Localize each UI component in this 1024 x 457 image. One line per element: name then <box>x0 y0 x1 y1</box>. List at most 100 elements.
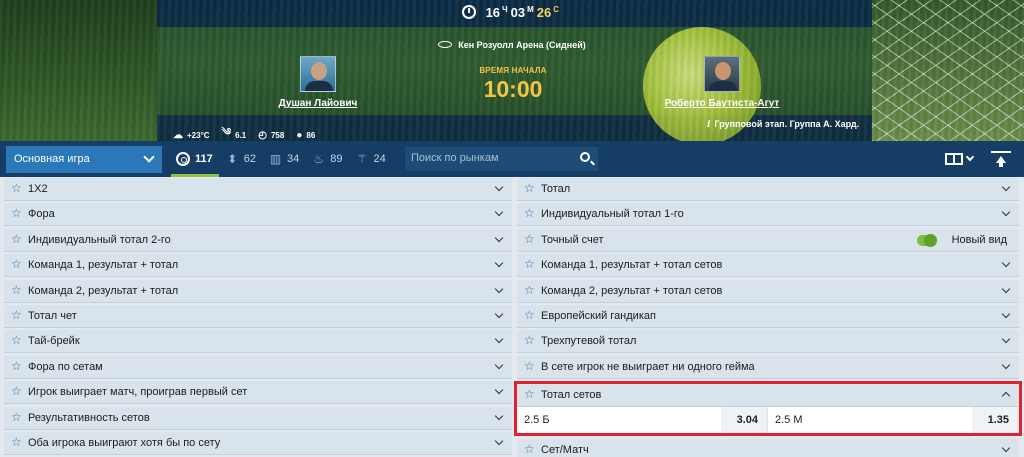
chevron-down-icon[interactable] <box>1001 360 1011 369</box>
market-row[interactable]: ☆ Индивидуальный тотал 2-го <box>4 228 512 252</box>
market-row[interactable]: ☆ Результативность сетов <box>4 406 512 430</box>
game-type-dropdown[interactable]: Основная игра <box>6 146 162 173</box>
star-icon[interactable]: ☆ <box>11 435 22 449</box>
star-icon[interactable]: ☆ <box>524 308 535 322</box>
market-row[interactable]: ☆ Команда 1, результат + тотал сетов <box>517 254 1019 278</box>
star-icon[interactable]: ☆ <box>11 359 22 373</box>
star-icon[interactable]: ☆ <box>524 232 535 246</box>
timer-minutes: 03 <box>510 5 526 20</box>
chevron-down-icon[interactable] <box>494 436 504 446</box>
filter-updown-markets[interactable]: ⬍ 62 <box>226 152 256 166</box>
chevron-down-icon[interactable] <box>1001 335 1011 344</box>
search-icon[interactable] <box>580 152 590 162</box>
filter-all-markets[interactable]: o117 <box>176 152 213 166</box>
chevron-down-icon[interactable] <box>494 385 504 395</box>
market-row[interactable]: ☆ Фора <box>4 203 512 227</box>
fire-icon: ♨ <box>313 152 325 166</box>
layout-chevron-down-icon[interactable] <box>965 152 975 162</box>
cloud-icon: ☁ <box>173 129 183 141</box>
chevron-down-icon[interactable] <box>494 411 504 420</box>
chevron-down-icon[interactable] <box>494 360 504 369</box>
wand-icon: ⚚ <box>356 152 368 166</box>
target-icon: o <box>176 152 190 166</box>
market-row[interactable]: ☆ Трехпутевой тотал <box>517 330 1019 354</box>
star-icon[interactable]: ☆ <box>524 257 535 271</box>
updown-icon: ⬍ <box>227 152 238 166</box>
market-row[interactable]: ☆ Тотал чет <box>4 304 512 328</box>
star-icon[interactable]: ☆ <box>11 283 22 297</box>
market-row[interactable]: ☆ В сете игрок не выиграет ни одного гейм… <box>517 355 1019 379</box>
market-row-expanded[interactable]: ☆ Тотал сетов <box>517 384 1019 408</box>
chevron-down-icon[interactable] <box>1001 258 1011 268</box>
chevron-down-icon[interactable] <box>494 258 504 268</box>
chevron-down-icon[interactable] <box>494 335 504 344</box>
market-filter-stats: o117 ⬍62 ▥34 ♨89 ⚚24 <box>176 152 399 166</box>
star-icon[interactable]: ☆ <box>11 181 22 195</box>
star-icon[interactable]: ☆ <box>11 257 22 271</box>
chevron-up-icon[interactable] <box>1001 391 1011 401</box>
market-row[interactable]: ☆ Игрок выиграет матч, проиграв первый се… <box>4 381 512 405</box>
market-row[interactable]: ☆ Команда 2, результат + тотал сетов <box>517 279 1019 303</box>
market-search-input[interactable]: Поиск по рынкам <box>405 147 598 171</box>
collapse-all-icon[interactable] <box>991 151 1011 167</box>
player-2[interactable]: Роберто Баутиста-Агут <box>652 56 792 109</box>
star-icon[interactable]: ☆ <box>524 283 535 297</box>
star-icon[interactable]: ☆ <box>11 333 22 347</box>
new-view-toggle[interactable] <box>917 233 937 247</box>
player-2-name[interactable]: Роберто Баутиста-Агут <box>652 98 792 109</box>
humidity-icon: ● <box>296 129 303 141</box>
market-row[interactable]: ☆ Сет/Матч <box>517 439 1019 457</box>
chevron-down-icon[interactable] <box>1001 208 1011 217</box>
markets-toolbar: Основная игра o117 ⬍62 ▥34 ♨89 ⚚24 Поиск… <box>0 141 1024 177</box>
star-icon[interactable]: ☆ <box>11 384 22 398</box>
filter-hot-markets[interactable]: ♨ 89 <box>312 152 342 166</box>
chevron-down-icon[interactable] <box>1001 284 1011 293</box>
market-row[interactable]: ☆ Команда 1, результат + тотал <box>4 254 512 278</box>
player-2-avatar <box>704 56 740 92</box>
odd-button-under[interactable]: 2.5 М 1.35 <box>768 407 1019 434</box>
star-icon[interactable]: ☆ <box>524 181 535 195</box>
star-icon[interactable]: ☆ <box>11 410 22 424</box>
chevron-down-icon[interactable] <box>494 233 504 243</box>
wind-icon: ༄ <box>221 127 232 138</box>
countdown-timer: 16 Ч 03 М 26 С <box>0 5 1024 20</box>
new-view-label: Новый вид <box>951 233 1007 246</box>
match-header: 16 Ч 03 М 26 С Кен Розуолл Арена (Сидней) Душ… <box>0 0 1024 141</box>
star-icon[interactable]: ☆ <box>11 308 22 322</box>
star-icon[interactable]: ☆ <box>524 387 535 401</box>
star-icon[interactable]: ☆ <box>11 232 22 246</box>
market-row[interactable]: ☆ Индивидуальный тотал 1-го <box>517 203 1019 227</box>
stadium-icon <box>438 41 453 48</box>
market-row[interactable]: ☆ Европейский гандикап <box>517 304 1019 328</box>
filter-special-markets[interactable]: ⚚ 24 <box>356 152 386 166</box>
star-icon[interactable]: ☆ <box>524 333 535 347</box>
player-1[interactable]: Душан Лайович <box>278 56 358 109</box>
star-icon[interactable]: ☆ <box>524 359 535 373</box>
layout-toggle-icon[interactable] <box>945 153 963 165</box>
chevron-down-icon[interactable] <box>494 208 504 217</box>
star-icon[interactable]: ☆ <box>11 206 22 220</box>
start-time: ВРЕМЯ НАЧАЛА 10:00 <box>479 66 547 102</box>
markets-right-column: ☆ Тотал ☆ Индивидуальный тотал 1-го ☆ Точны… <box>514 178 1022 457</box>
chevron-down-icon[interactable] <box>494 309 504 319</box>
chevron-down-icon[interactable] <box>1001 182 1011 192</box>
chevron-down-icon[interactable] <box>1001 309 1011 319</box>
odd-button-over[interactable]: 2.5 Б 3.04 <box>517 407 768 434</box>
market-row[interactable]: ☆ Фора по сетам <box>4 355 512 379</box>
info-icon: i <box>707 120 711 130</box>
player-1-name[interactable]: Душан Лайович <box>278 98 358 109</box>
market-row[interactable]: ☆ 1X2 <box>4 178 512 201</box>
chevron-down-icon[interactable] <box>494 182 504 192</box>
active-filter-underline <box>171 174 219 177</box>
market-row[interactable]: ☆ Тай-брейк <box>4 330 512 354</box>
chevron-down-icon[interactable] <box>1001 443 1011 453</box>
star-icon[interactable]: ☆ <box>524 206 535 220</box>
filter-bars-markets[interactable]: ▥ 34 <box>269 152 299 166</box>
market-row[interactable]: ☆ Точный счет Новый вид <box>517 228 1019 252</box>
star-icon[interactable]: ☆ <box>524 442 535 456</box>
chevron-down-icon[interactable] <box>494 284 504 293</box>
market-row[interactable]: ☆ Команда 2, результат + тотал <box>4 279 512 303</box>
timer-hours: 16 <box>485 5 501 20</box>
market-row[interactable]: ☆ Оба игрока выиграют хотя бы по сету <box>4 431 512 455</box>
market-row[interactable]: ☆ Тотал <box>517 178 1019 201</box>
